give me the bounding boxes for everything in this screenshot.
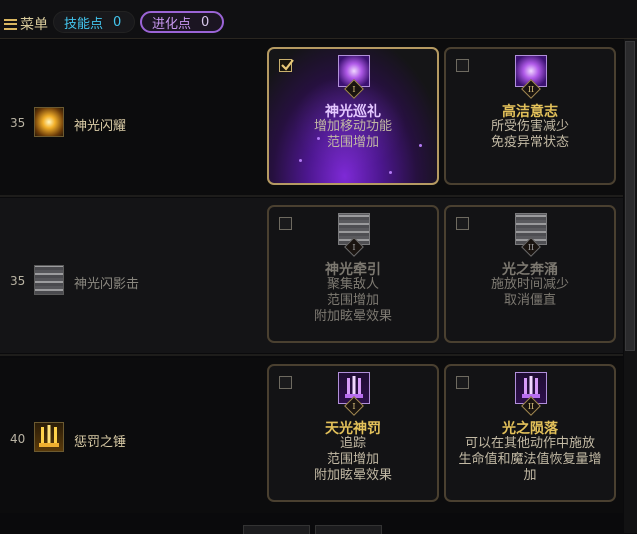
- header-bar: 菜单 技能点 0 进化点 0: [0, 0, 637, 39]
- option-checkbox[interactable]: [279, 59, 294, 72]
- shadow-strike-icon[interactable]: [34, 265, 64, 295]
- evolution-points-label: 进化点: [152, 16, 192, 32]
- tier-roman-numeral: I: [352, 85, 356, 94]
- skill-points-label: 技能点: [64, 16, 104, 32]
- evolution-option-card[interactable]: II 高洁意志 所受伤害减少 免疫异常状态: [444, 47, 616, 185]
- checkmark-icon: [281, 59, 294, 71]
- option-title: 天光神罚: [325, 421, 381, 437]
- option-description-line: 所受伤害减少: [490, 119, 569, 134]
- option-title: 神光巡礼: [325, 104, 381, 120]
- menu-label: 菜单: [20, 17, 48, 33]
- option-description-line: 范围增加: [326, 135, 379, 150]
- option-description-line: 聚集敌人: [326, 277, 379, 292]
- option-description-line: 加: [523, 468, 537, 483]
- option-description: 追踪 范围增加 附加眩晕效果: [269, 436, 437, 484]
- evolution-points-value: 0: [201, 14, 210, 30]
- evolution-option-card[interactable]: I 天光神罚 追踪 范围增加 附加眩晕效果: [267, 364, 439, 502]
- evolution-option-card[interactable]: II 光之陨落 可以在其他动作中施放 生命值和魔法值恢复量增 加: [444, 364, 616, 502]
- option-description-line: 可以在其他动作中施放: [464, 436, 595, 451]
- tier-roman-numeral: I: [352, 243, 356, 252]
- option-checkbox[interactable]: [456, 376, 469, 389]
- menu-icon: [4, 18, 17, 30]
- hammer-of-punishment-icon[interactable]: [34, 422, 64, 452]
- skill-level: 35: [10, 274, 26, 288]
- option-title: 光之陨落: [502, 421, 558, 437]
- skill-points-tab[interactable]: 技能点 0: [53, 11, 135, 33]
- option-title: 高洁意志: [502, 104, 558, 120]
- hammer-glyph-icon: [39, 425, 59, 447]
- option-checkbox[interactable]: [456, 59, 469, 72]
- skill-name: 神光闪耀: [74, 119, 127, 134]
- option-checkbox[interactable]: [279, 376, 292, 389]
- option-description: 可以在其他动作中施放 生命值和魔法值恢复量增 加: [446, 436, 614, 484]
- tier-roman-numeral: II: [527, 402, 535, 411]
- option-checkbox[interactable]: [279, 217, 292, 230]
- option-description-line: 附加眩晕效果: [313, 309, 392, 324]
- skill-row: 35 神光闪耀 I 神光巡礼 增加移动功能 范围增加 II 高洁意志 所受伤害减…: [0, 40, 623, 195]
- option-description-line: 范围增加: [326, 452, 379, 467]
- option-description-line: 增加移动功能: [313, 119, 392, 134]
- option-description-line: 附加眩晕效果: [313, 468, 392, 483]
- skill-name: 惩罚之锤: [74, 435, 127, 450]
- skill-name: 神光闪影击: [74, 277, 140, 292]
- evolution-points-tab[interactable]: 进化点 0: [140, 11, 224, 33]
- tier-roman-numeral: II: [527, 243, 535, 252]
- menu-button[interactable]: 菜单: [4, 14, 48, 34]
- option-description: 增加移动功能 范围增加: [269, 119, 437, 151]
- option-description: 施放时间减少 取消僵直: [446, 277, 614, 309]
- option-description-line: 范围增加: [326, 293, 379, 308]
- evolution-option-card[interactable]: I 神光巡礼 增加移动功能 范围增加: [267, 47, 439, 185]
- row-divider: [0, 195, 623, 197]
- tier-roman-numeral: II: [527, 85, 535, 94]
- option-description-line: 施放时间减少: [490, 277, 569, 292]
- option-description-line: 免疫异常状态: [490, 135, 569, 150]
- option-description-line: 取消僵直: [503, 293, 556, 308]
- option-title: 神光牵引: [325, 262, 381, 278]
- evolution-option-card[interactable]: II 光之奔涌 施放时间减少 取消僵直: [444, 205, 616, 343]
- scrollbar-thumb[interactable]: [625, 41, 635, 351]
- radiant-burst-icon[interactable]: [34, 107, 64, 137]
- skill-level: 40: [10, 432, 26, 446]
- skill-points-value: 0: [113, 14, 122, 30]
- evolution-option-card[interactable]: I 神光牵引 聚集敌人 范围增加 附加眩晕效果: [267, 205, 439, 343]
- option-description-line: 生命值和魔法值恢复量增: [458, 452, 602, 467]
- option-description-line: 追踪: [339, 436, 366, 451]
- option-checkbox[interactable]: [456, 217, 469, 230]
- skill-row: 35 神光闪影击 I 神光牵引 聚集敌人 范围增加 附加眩晕效果 II 光之奔涌…: [0, 198, 623, 353]
- skill-level: 35: [10, 116, 26, 130]
- skill-row: 40 惩罚之锤 I 天光神罚 追踪 范围增加 附加眩晕效果 II 光之陨落 可以…: [0, 358, 623, 513]
- option-description: 聚集敌人 范围增加 附加眩晕效果: [269, 277, 437, 325]
- tier-roman-numeral: I: [352, 402, 356, 411]
- row-divider: [0, 354, 623, 356]
- option-description: 所受伤害减少 免疫异常状态: [446, 119, 614, 151]
- option-title: 光之奔涌: [502, 262, 558, 278]
- scrollbar[interactable]: [624, 39, 637, 533]
